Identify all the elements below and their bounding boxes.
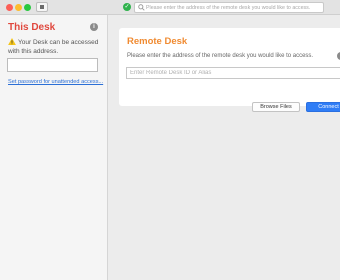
this-desk-title: This Desk	[8, 22, 56, 33]
connection-status-icon: ✓	[123, 3, 131, 11]
zoom-window-icon[interactable]	[24, 4, 31, 11]
remote-desk-title: Remote Desk	[127, 36, 188, 47]
close-window-icon[interactable]	[6, 4, 13, 11]
desk-id-field[interactable]	[7, 58, 98, 72]
sidebar: This Desk i Your Desk can be accessed wi…	[0, 15, 108, 280]
remote-desk-description: Please enter the address of the remote d…	[127, 53, 314, 59]
address-bar[interactable]: Please enter the address of the remote d…	[134, 2, 324, 13]
connect-button[interactable]: Connect	[306, 102, 340, 112]
sidebar-toggle-icon	[40, 5, 44, 9]
search-icon	[138, 4, 145, 11]
sidebar-toggle-button[interactable]	[36, 2, 48, 12]
browse-files-button[interactable]: Browse Files	[252, 102, 300, 112]
remote-desk-id-input[interactable]	[126, 67, 340, 79]
desk-status-message: Your Desk can be accessed with this addr…	[8, 37, 104, 56]
remote-desk-card: Remote Desk Please enter the address of …	[119, 28, 340, 112]
desk-status-text: Your Desk can be accessed with this addr…	[8, 39, 99, 55]
warning-icon	[8, 38, 16, 45]
title-bar: ✓ Please enter the address of the remote…	[0, 0, 340, 15]
main-area: Remote Desk Please enter the address of …	[108, 15, 340, 280]
set-password-link[interactable]: Set password for unattended access...	[8, 78, 104, 86]
address-bar-placeholder: Please enter the address of the remote d…	[146, 5, 311, 11]
minimize-window-icon[interactable]	[15, 4, 22, 11]
info-icon[interactable]: i	[90, 23, 98, 31]
